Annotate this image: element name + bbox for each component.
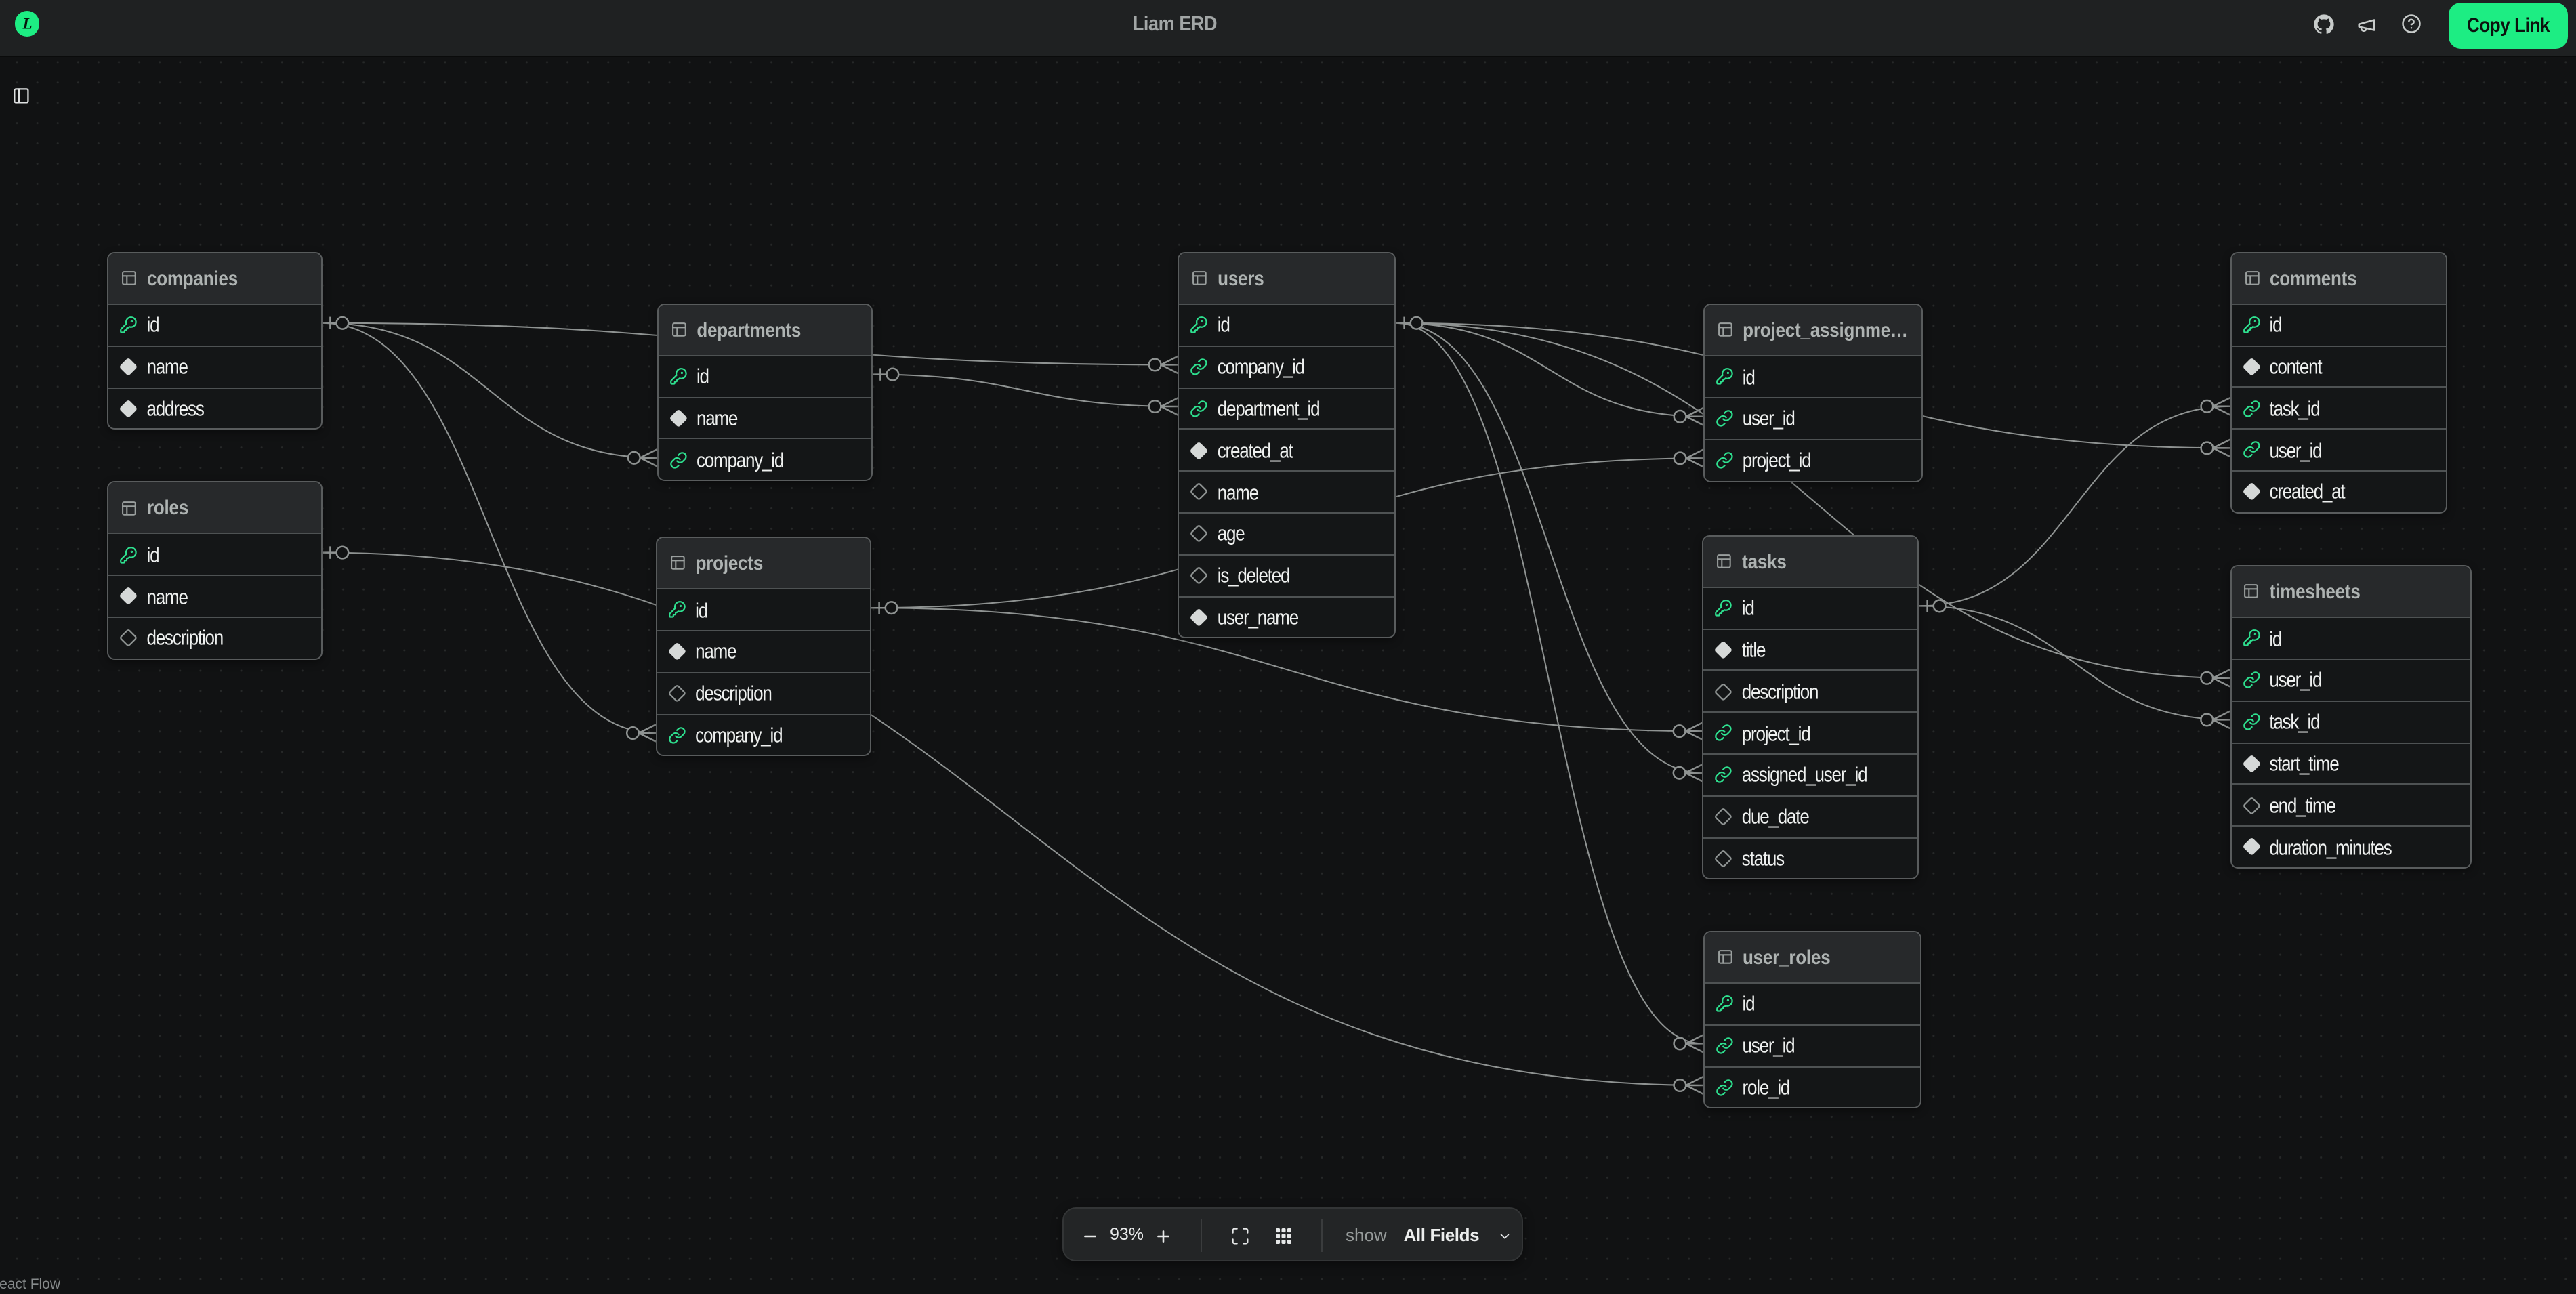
svg-text:L: L — [22, 16, 32, 33]
